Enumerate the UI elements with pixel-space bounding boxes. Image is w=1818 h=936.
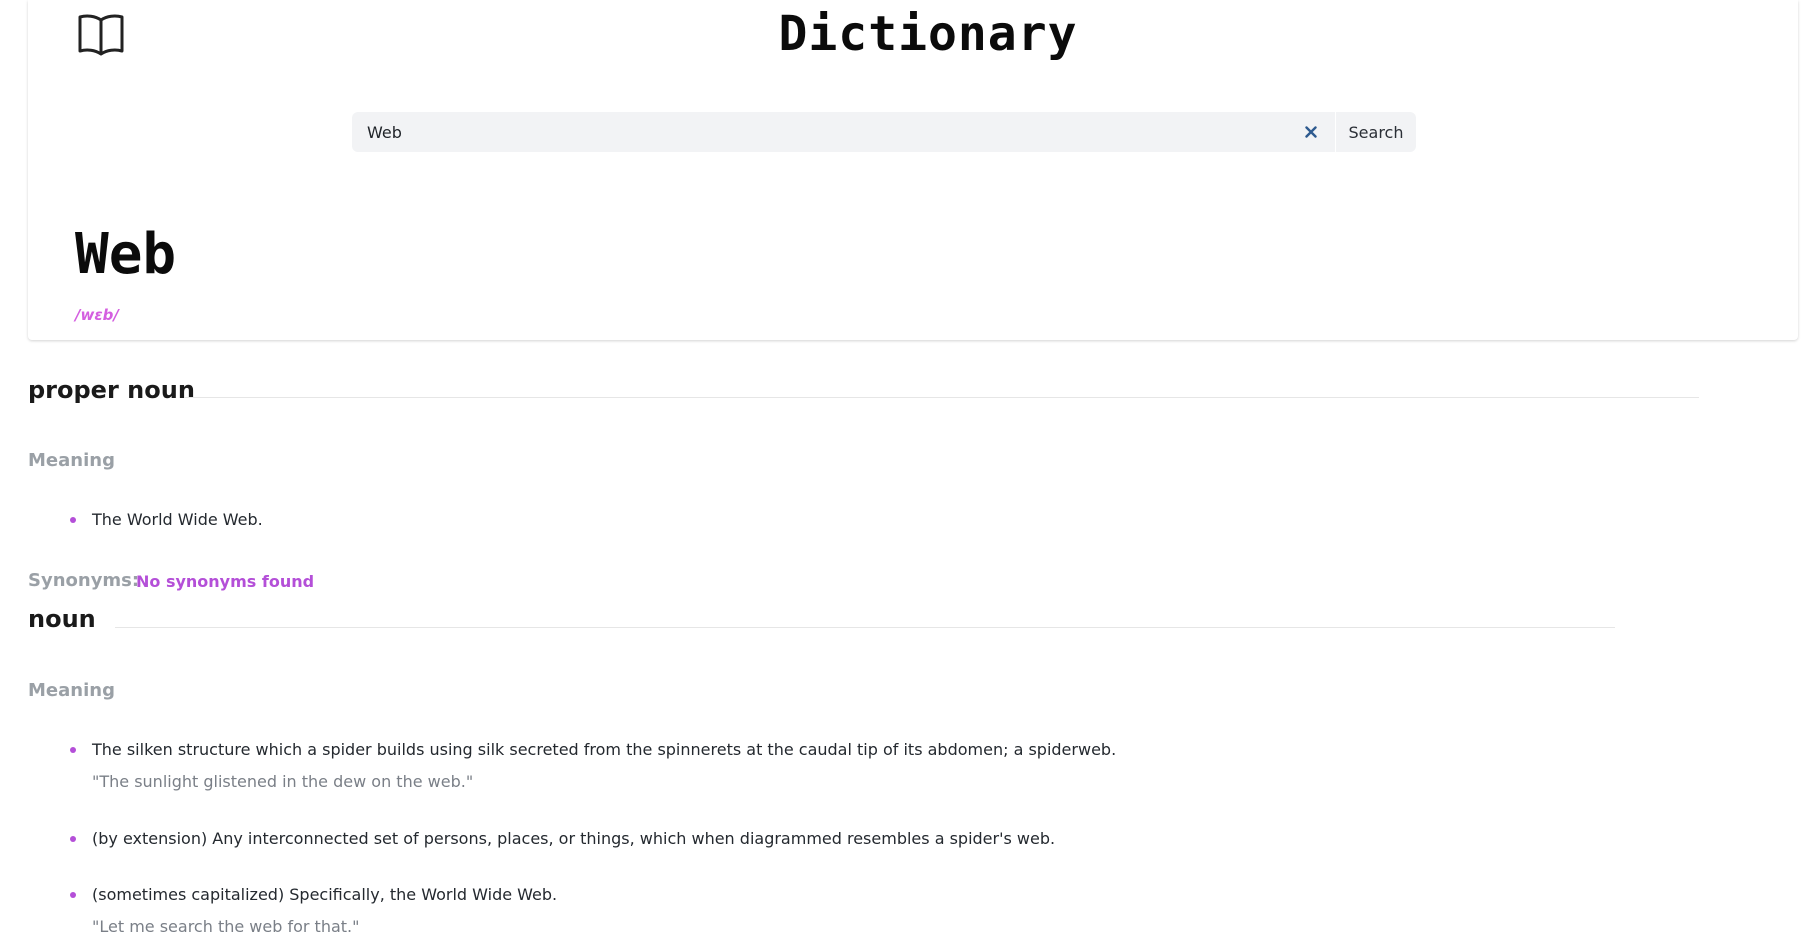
bullet-icon — [70, 517, 76, 523]
bullet-icon — [70, 892, 76, 898]
word-title: Web — [75, 222, 177, 287]
phonetic-text: /wɛb/ — [75, 306, 119, 324]
search-box — [352, 112, 1335, 152]
search-input[interactable] — [367, 113, 1267, 151]
app-title: Dictionary — [778, 6, 1078, 62]
search-button[interactable]: Search — [1336, 112, 1416, 152]
section-divider — [115, 627, 1615, 628]
definition-item: The World Wide Web. — [70, 510, 263, 529]
part-of-speech-heading: proper noun — [28, 376, 195, 404]
definition-text: (by extension) Any interconnected set of… — [92, 829, 1056, 848]
synonyms-label: Synonyms: — [28, 570, 140, 591]
definition-text: The silken structure which a spider buil… — [92, 740, 1117, 759]
definition-item: The silken structure which a spider buil… — [70, 740, 1117, 759]
bullet-icon — [70, 747, 76, 753]
definition-item: (by extension) Any interconnected set of… — [70, 829, 1056, 848]
header-card: Dictionary Search Web /wɛb/ — [28, 0, 1798, 340]
close-icon — [1305, 126, 1317, 138]
meaning-label: Meaning — [28, 680, 115, 701]
definition-text: The World Wide Web. — [92, 510, 263, 529]
part-of-speech-heading: noun — [28, 605, 96, 633]
definition-item: (sometimes capitalized) Specifically, th… — [70, 885, 558, 904]
definition-example: "The sunlight glistened in the dew on th… — [92, 772, 474, 791]
definition-text: (sometimes capitalized) Specifically, th… — [92, 885, 558, 904]
section-divider — [184, 397, 1699, 398]
search-bar: Search — [352, 112, 1416, 152]
meaning-label: Meaning — [28, 450, 115, 471]
clear-search-button[interactable] — [1301, 122, 1321, 142]
definition-example: "Let me search the web for that." — [92, 917, 360, 936]
bullet-icon — [70, 836, 76, 842]
synonyms-value: No synonyms found — [136, 572, 315, 591]
